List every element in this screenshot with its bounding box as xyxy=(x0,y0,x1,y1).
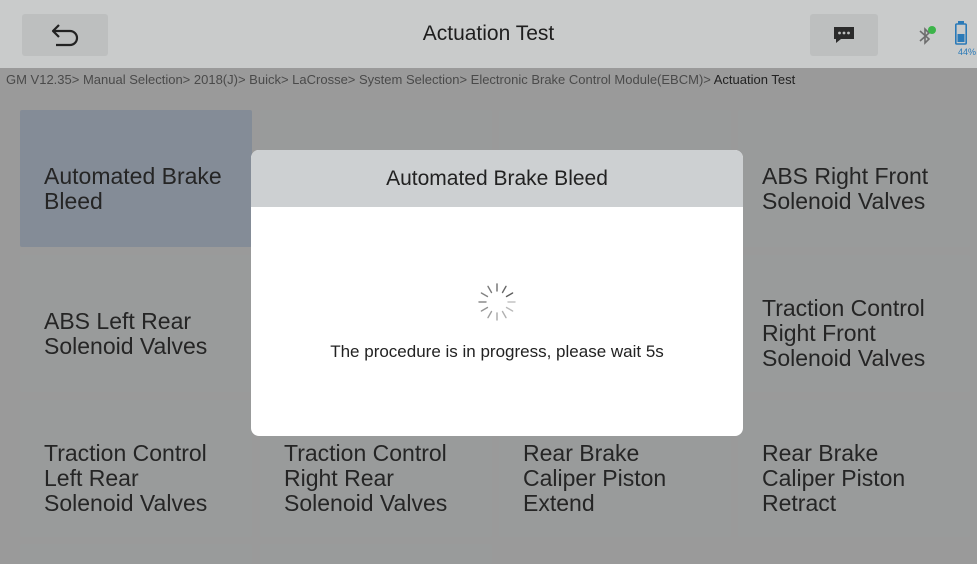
tile-label: Traction Control Left Rear Solenoid Valv… xyxy=(44,440,208,516)
tile-label: Traction Control Right Front Solenoid Va… xyxy=(762,295,926,371)
breadcrumb-current: Actuation Test xyxy=(713,72,796,87)
battery-percent: 44% xyxy=(958,47,977,57)
loading-spinner-icon xyxy=(478,283,516,321)
tile-partial-1[interactable] xyxy=(20,544,252,564)
tile-label: Rear Brake Caliper Piston Extend xyxy=(523,440,667,516)
bluetooth-icon xyxy=(919,26,936,45)
tile-traction-right-front[interactable]: Traction Control Right Front Solenoid Va… xyxy=(738,255,970,392)
progress-dialog: Automated Brake Bleed The procedure is i… xyxy=(251,150,743,436)
tile-label: Traction Control Right Rear Solenoid Val… xyxy=(284,440,448,516)
message-button[interactable] xyxy=(810,14,878,56)
tile-label: Rear Brake Caliper Piston Retract xyxy=(762,440,906,516)
tile-label: ABS Left Rear Solenoid Valves xyxy=(44,307,208,359)
top-bar: Actuation Test 44% xyxy=(0,0,977,68)
battery-icon xyxy=(955,21,967,45)
tile-label: Automated Brake Bleed xyxy=(44,162,222,214)
breadcrumb-path: GM V12.35> Manual Selection> 2018(J)> Bu… xyxy=(6,72,714,87)
tile-traction-left-rear[interactable]: Traction Control Left Rear Solenoid Valv… xyxy=(20,400,252,537)
tile-abs-right-front[interactable]: ABS Right Front Solenoid Valves xyxy=(738,110,970,247)
tile-abs-left-rear[interactable]: ABS Left Rear Solenoid Valves xyxy=(20,255,252,392)
tile-label: ABS Right Front Solenoid Valves xyxy=(762,162,929,214)
tile-rear-caliper-retract[interactable]: Rear Brake Caliper Piston Retract xyxy=(738,400,970,537)
tile-partial-2[interactable] xyxy=(260,544,492,564)
tile-automated-brake-bleed[interactable]: Automated Brake Bleed xyxy=(20,110,252,247)
breadcrumb: GM V12.35> Manual Selection> 2018(J)> Bu… xyxy=(0,72,977,92)
dialog-message: The procedure is in progress, please wai… xyxy=(330,342,664,361)
chat-icon xyxy=(834,27,854,43)
dialog-title: Automated Brake Bleed xyxy=(251,150,743,207)
